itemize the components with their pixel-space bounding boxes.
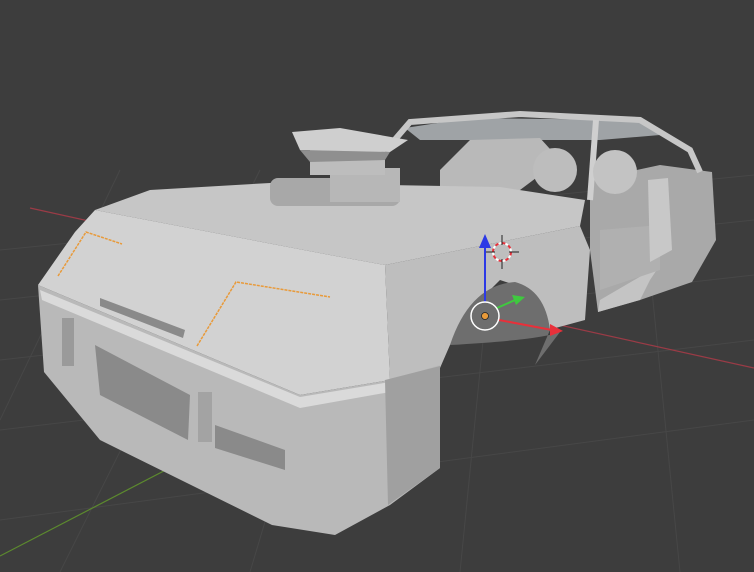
3d-viewport[interactable] — [0, 0, 754, 572]
origin-point-icon — [481, 312, 489, 320]
y-axis-line — [0, 459, 186, 557]
viewport-canvas[interactable] — [0, 0, 754, 572]
car-model[interactable] — [38, 110, 716, 535]
engine-blower — [270, 128, 408, 206]
